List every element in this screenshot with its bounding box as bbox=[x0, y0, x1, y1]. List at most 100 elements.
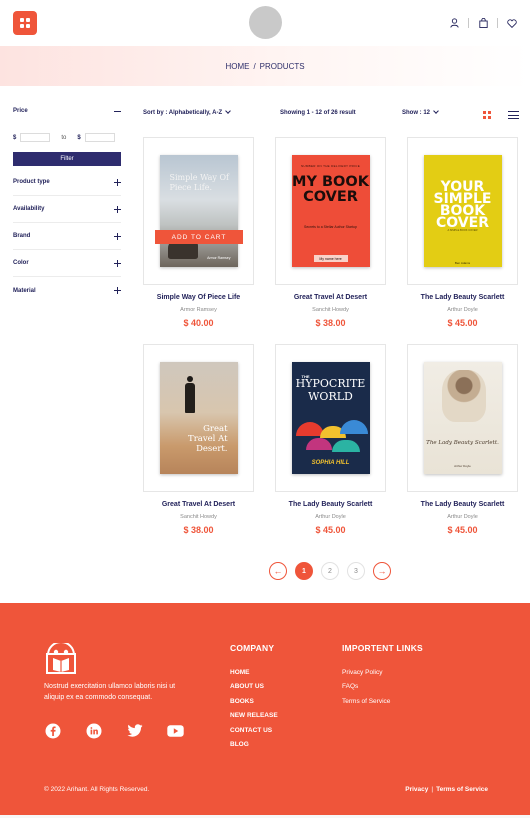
cover-illustration bbox=[184, 376, 195, 414]
product-name[interactable]: The Lady Beauty Scarlett bbox=[275, 501, 386, 508]
terms-link[interactable]: Terms of Service bbox=[436, 786, 488, 793]
facebook-icon[interactable] bbox=[44, 722, 61, 739]
footer-logo[interactable] bbox=[44, 641, 78, 675]
product-image-frame[interactable]: The Lady Beauty Scarlett. Arthur Doyle bbox=[407, 344, 518, 492]
filter-sidebar: Price $ to $ Filter Product type Availab… bbox=[13, 108, 121, 304]
sort-select[interactable]: Sort by : Alphabetically, A-Z bbox=[143, 108, 231, 116]
product-name[interactable]: Great Travel At Desert bbox=[143, 501, 254, 508]
page-3-button[interactable]: 3 bbox=[347, 562, 365, 580]
product-name[interactable]: The Lady Beauty Scarlett bbox=[407, 501, 518, 508]
cover-title: The Lady Beauty Scarlett. bbox=[426, 440, 499, 446]
product-name[interactable]: Great Travel At Desert bbox=[275, 294, 386, 301]
facet-color[interactable]: Color bbox=[13, 250, 121, 277]
footer-link-contact-us[interactable]: CONTACT US bbox=[230, 727, 278, 734]
facet-product-type[interactable]: Product type bbox=[13, 169, 121, 196]
product-grid: Simple Way Of Piece Life. Armor Ramsey A… bbox=[143, 137, 519, 551]
list-view-icon[interactable] bbox=[508, 111, 519, 119]
page-1-button[interactable]: 1 bbox=[295, 562, 313, 580]
product-author: Arthur Doyle bbox=[447, 514, 478, 520]
book-cover: YOUR SIMPLE BOOK COVER A SIMPLE BOOK COV… bbox=[423, 155, 502, 267]
cover-byline: Armor Ramsey bbox=[207, 256, 231, 260]
twitter-icon[interactable] bbox=[126, 722, 143, 739]
product-name[interactable]: Simple Way Of Piece Life bbox=[143, 294, 254, 301]
copyright-text: © 2022 Arihant. All Rights Reserved. bbox=[44, 786, 150, 793]
facet-label: Color bbox=[13, 260, 29, 266]
cover-byline: SOPHIA HILL bbox=[311, 460, 350, 466]
cover-byline: My name here bbox=[313, 255, 348, 262]
product-card[interactable]: YOUR SIMPLE BOOK COVER A SIMPLE BOOK COV… bbox=[407, 137, 518, 344]
shopping-bag-icon[interactable] bbox=[475, 15, 491, 31]
cover-title: Great Travel At Desert. bbox=[188, 424, 228, 454]
cover-tagline: A SIMPLE BOOK COVER bbox=[447, 229, 478, 232]
user-icon[interactable] bbox=[446, 15, 462, 31]
next-page-button[interactable]: → bbox=[373, 562, 391, 580]
footer-link-privacy-policy[interactable]: Privacy Policy bbox=[342, 669, 423, 676]
expand-icon[interactable] bbox=[114, 287, 121, 294]
product-price: $ 45.00 bbox=[447, 318, 478, 328]
breadcrumb-home[interactable]: HOME bbox=[225, 62, 249, 71]
product-card[interactable]: The Lady Beauty Scarlett. Arthur Doyle T… bbox=[407, 344, 518, 551]
footer-link-terms[interactable]: Terms of Service bbox=[342, 698, 423, 705]
footer-link-faqs[interactable]: FAQs bbox=[342, 683, 423, 690]
page-2-button[interactable]: 2 bbox=[321, 562, 339, 580]
footer-description: Nostrud exercitation ullamco laboris nis… bbox=[44, 683, 176, 701]
facet-label: Brand bbox=[13, 233, 31, 239]
facet-list: Product type Availability Brand Color Ma… bbox=[13, 169, 121, 304]
facet-label: Material bbox=[13, 287, 36, 294]
cover-subtitle: Secrets to a Stellar Author Startup bbox=[304, 225, 357, 229]
facet-material[interactable]: Material bbox=[13, 277, 121, 304]
important-links-heading: IMPORTENT LINKS bbox=[342, 643, 423, 653]
product-price: $ 38.00 bbox=[183, 525, 214, 535]
product-card[interactable]: NUMBER ON THE DELIVERY PRICE MY BOOK COV… bbox=[275, 137, 386, 344]
grid-menu-icon bbox=[20, 18, 30, 28]
filter-button[interactable]: Filter bbox=[13, 152, 121, 166]
footer-link-blog[interactable]: BLOG bbox=[230, 741, 278, 748]
collapse-icon[interactable] bbox=[114, 110, 121, 112]
youtube-icon[interactable] bbox=[167, 722, 184, 739]
product-author: Arthur Doyle bbox=[315, 514, 346, 520]
price-min-input[interactable] bbox=[20, 133, 51, 142]
umbrella-shape bbox=[305, 438, 332, 450]
page-size-select[interactable]: Show : 12 bbox=[402, 108, 439, 116]
add-to-cart-button[interactable]: ADD TO CART bbox=[155, 230, 243, 244]
cover-tagline: NUMBER ON THE DELIVERY PRICE bbox=[300, 164, 361, 168]
product-image-frame[interactable]: Simple Way Of Piece Life. Armor Ramsey A… bbox=[143, 137, 254, 285]
footer-link-books[interactable]: BOOKS bbox=[230, 698, 278, 705]
price-max-input[interactable] bbox=[84, 133, 115, 142]
legal-separator: | bbox=[431, 786, 434, 793]
product-image-frame[interactable]: THE HYPOCRITE WORLD SOPHIA HILL bbox=[275, 344, 386, 492]
expand-icon[interactable] bbox=[114, 232, 121, 240]
book-cover: NUMBER ON THE DELIVERY PRICE MY BOOK COV… bbox=[291, 155, 370, 267]
product-image-frame[interactable]: NUMBER ON THE DELIVERY PRICE MY BOOK COV… bbox=[275, 137, 386, 285]
facet-brand[interactable]: Brand bbox=[13, 223, 121, 250]
pagination: ← 1 2 3 → bbox=[269, 562, 391, 580]
result-count: Showing 1 - 12 of 26 result bbox=[280, 110, 356, 116]
footer-link-home[interactable]: HOME bbox=[230, 669, 278, 676]
expand-icon[interactable] bbox=[114, 178, 121, 186]
chevron-down-icon bbox=[225, 108, 231, 114]
expand-icon[interactable] bbox=[114, 259, 121, 267]
prev-page-button[interactable]: ← bbox=[269, 562, 287, 580]
grid-view-icon[interactable] bbox=[483, 111, 491, 119]
footer-link-new-release[interactable]: NEW RELEASE bbox=[230, 712, 278, 719]
facet-availability[interactable]: Availability bbox=[13, 196, 121, 223]
site-header bbox=[0, 0, 530, 46]
cover-byline: Arthur Doyle bbox=[454, 464, 471, 468]
price-filter-header[interactable]: Price bbox=[13, 108, 121, 114]
product-card[interactable]: Great Travel At Desert. Great Travel At … bbox=[143, 344, 254, 551]
facet-label: Product type bbox=[13, 179, 50, 185]
cover-illustration bbox=[441, 370, 486, 422]
product-image-frame[interactable]: Great Travel At Desert. bbox=[143, 344, 254, 492]
heart-icon[interactable] bbox=[504, 15, 520, 31]
sort-label: Sort by : Alphabetically, A-Z bbox=[143, 110, 223, 116]
linkedin-icon[interactable] bbox=[85, 722, 102, 739]
product-image-frame[interactable]: YOUR SIMPLE BOOK COVER A SIMPLE BOOK COV… bbox=[407, 137, 518, 285]
menu-button[interactable] bbox=[13, 11, 37, 35]
expand-icon[interactable] bbox=[114, 205, 121, 213]
product-card[interactable]: THE HYPOCRITE WORLD SOPHIA HILL The Lady… bbox=[275, 344, 386, 551]
privacy-link[interactable]: Privacy bbox=[405, 786, 428, 793]
footer-link-about-us[interactable]: ABOUT US bbox=[230, 683, 278, 690]
site-logo[interactable] bbox=[249, 6, 282, 39]
product-name[interactable]: The Lady Beauty Scarlett bbox=[407, 294, 518, 301]
product-card[interactable]: Simple Way Of Piece Life. Armor Ramsey A… bbox=[143, 137, 254, 344]
